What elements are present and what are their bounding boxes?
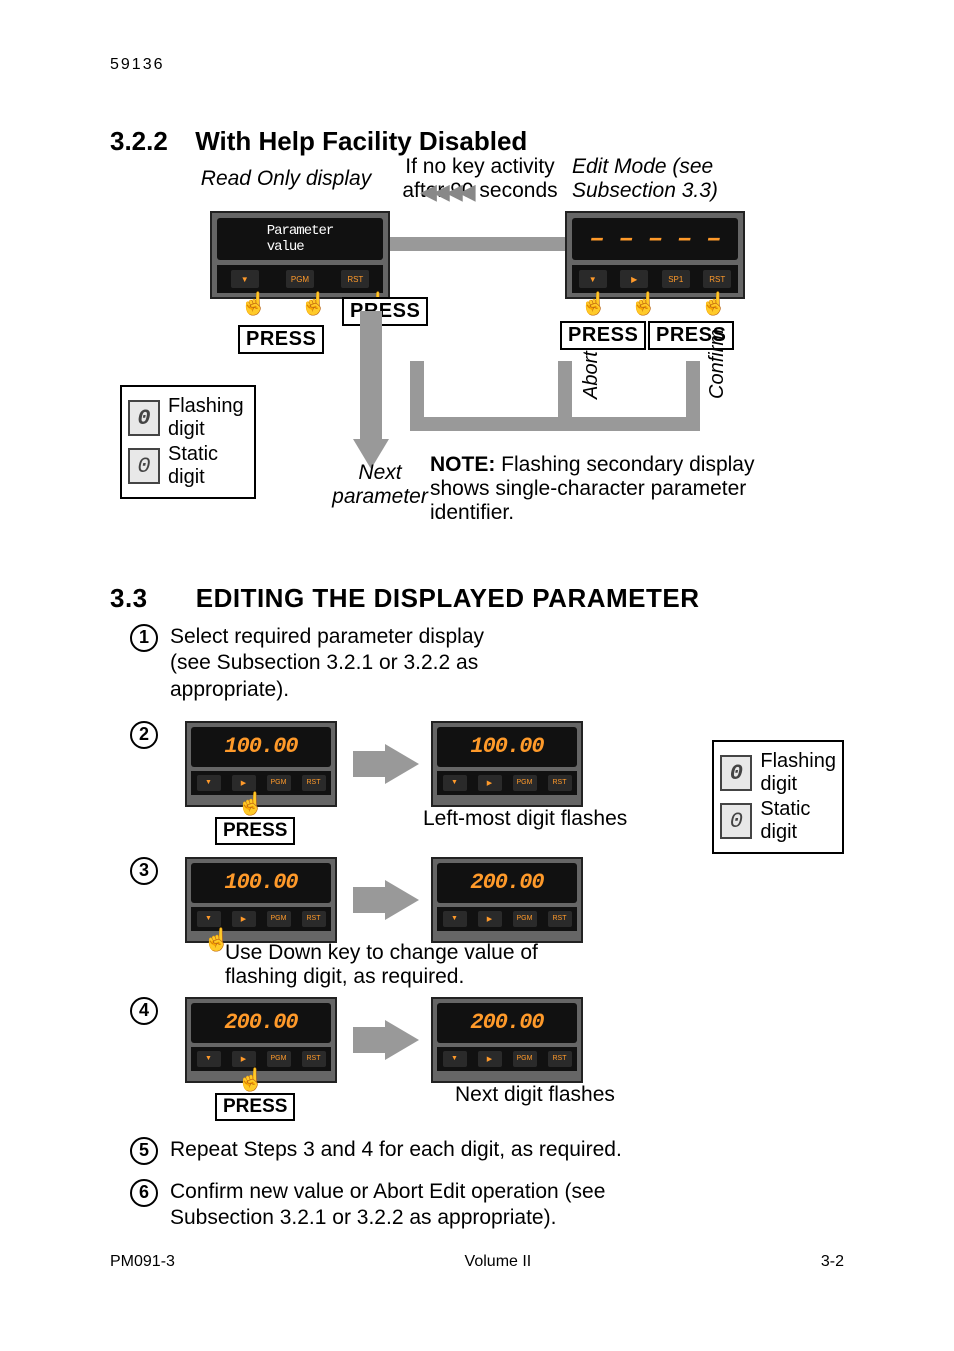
panel-step3-b: 200.00 ▼▶PGMRST <box>431 857 583 943</box>
step-2-caption: Left-most digit flashes <box>423 807 627 831</box>
display-step2-a: 100.00 <box>191 727 331 767</box>
hand-icon: ☝ <box>580 291 607 317</box>
label-abort: Abort <box>580 351 603 399</box>
step-number-icon: 2 <box>130 721 158 749</box>
step-6-text: Confirm new value or Abort Edit operatio… <box>170 1179 710 1232</box>
press-label: PRESS <box>238 325 324 354</box>
legend-static-label: Static digit <box>168 443 218 489</box>
step-3-diagram: 100.00 ▼▶PGMRST 200.00 ▼▶PGMRST ☝ Use Do… <box>165 857 844 977</box>
hand-icon: ☝ <box>240 291 267 317</box>
press-label: PRESS <box>342 297 428 326</box>
label-no-key: If no key activity after 90 seconds <box>390 155 570 203</box>
hand-icon: ☝ <box>700 291 727 317</box>
heading-322-title: With Help Facility Disabled <box>195 126 527 156</box>
step-number-icon: 6 <box>130 1179 158 1207</box>
heading-322: 3.2.2 With Help Facility Disabled <box>110 126 844 157</box>
hand-icon: ☝ <box>237 1067 264 1093</box>
panel-edit-mode: – – – – – ▼ ▶ SP1 RST <box>565 211 745 299</box>
label-confirm: Confirm <box>706 329 729 399</box>
legend-static-icon: 0 <box>720 803 752 839</box>
legend-322: 0 Flashing digit 0 Static digit <box>120 385 256 499</box>
label-read-only: Read Only display <box>196 167 376 191</box>
step-5-text: Repeat Steps 3 and 4 for each digit, as … <box>170 1137 844 1163</box>
note-prefix: NOTE: <box>430 453 495 476</box>
step-1-text: Select required parameter display (see S… <box>170 624 530 703</box>
arrow-stem <box>353 751 387 777</box>
connector <box>410 361 424 427</box>
heading-322-number: 3.2.2 <box>110 126 188 157</box>
key-right-icon[interactable]: ▶ <box>620 270 648 288</box>
step-5: 5 Repeat Steps 3 and 4 for each digit, a… <box>110 1137 844 1163</box>
step-number-icon: 5 <box>130 1137 158 1165</box>
panel-step4-b: 200.00 ▼▶PGMRST <box>431 997 583 1083</box>
step-3-caption: Use Down key to change value of flashing… <box>225 941 605 989</box>
step-6: 6 Confirm new value or Abort Edit operat… <box>110 1179 844 1232</box>
step-number-icon: 3 <box>130 857 158 885</box>
press-label: PRESS <box>215 817 295 845</box>
connector-bar <box>390 237 570 251</box>
key-pgm[interactable]: PGM <box>286 270 314 288</box>
label-next-parameter: Next parameter <box>310 461 450 509</box>
steps-33: 1 Select required parameter display (see… <box>110 624 844 1232</box>
heading-33-number: 3.3 <box>110 583 188 614</box>
hand-icon: ☝ <box>630 291 657 317</box>
button-row-right: ▼ ▶ SP1 RST <box>572 265 738 293</box>
legend-flashing-icon: 0 <box>128 400 160 436</box>
label-edit-mode: Edit Mode (see Subsection 3.3) <box>572 155 772 203</box>
key-rst[interactable]: RST <box>703 270 731 288</box>
connector <box>410 417 700 431</box>
arrow-right-icon <box>385 880 419 920</box>
display-step3-a: 100.00 <box>191 863 331 903</box>
legend-static-icon: 0 <box>128 448 160 484</box>
legend-static-label: Static digit <box>760 798 810 844</box>
footer-right: 3-2 <box>821 1253 844 1271</box>
page-footer: PM091-3 Volume II 3-2 <box>110 1253 844 1271</box>
heading-33: 3.3 EDITING THE DISPLAYED PARAMETER <box>110 583 844 614</box>
key-down-icon[interactable]: ▼ <box>231 270 259 288</box>
key-down-icon[interactable]: ▼ <box>579 270 607 288</box>
display-dashes: – – – – – <box>572 218 738 260</box>
step-4-diagram: 200.00 ▼▶PGMRST 200.00 ▼▶PGMRST ☝ PRESS … <box>165 997 844 1123</box>
button-row-left: ▼ PGM RST <box>217 265 383 293</box>
footer-left: PM091-3 <box>110 1253 175 1271</box>
display-step4-a: 200.00 <box>191 1003 331 1043</box>
chevrons-left-icon: ◀◀◀◀ <box>420 179 472 205</box>
key-sp1[interactable]: SP1 <box>662 270 690 288</box>
page-header-number: 59136 <box>110 56 844 74</box>
note-text: NOTE: Flashing secondary display shows s… <box>430 453 810 525</box>
step-3: 3 100.00 ▼▶PGMRST 200.00 ▼▶PGMRST ☝ Use … <box>110 857 844 977</box>
key-rst[interactable]: RST <box>341 270 369 288</box>
display-step4-b: 200.00 <box>437 1003 577 1043</box>
hand-icon: ☝ <box>300 291 327 317</box>
panel-step2-b: 100.00 ▼▶PGMRST <box>431 721 583 807</box>
legend-flashing-icon: 0 <box>720 755 752 791</box>
heading-33-title: EDITING THE DISPLAYED PARAMETER <box>196 583 700 613</box>
display-step2-b: 100.00 <box>437 727 577 767</box>
page: 59136 3.2.2 With Help Facility Disabled … <box>0 0 954 1351</box>
legend-33: 0 Flashing digit 0 Static digit <box>712 740 844 854</box>
display-param-value: Parameter value <box>217 218 383 260</box>
press-label: PRESS <box>215 1093 295 1121</box>
arrow-stem <box>353 1027 387 1053</box>
panel-read-only: Parameter value ▼ PGM RST <box>210 211 390 299</box>
hand-icon: ☝ <box>237 791 264 817</box>
step-number-icon: 4 <box>130 997 158 1025</box>
display-step3-b: 200.00 <box>437 863 577 903</box>
diagram-322: Read Only display If no key activity aft… <box>110 161 844 531</box>
arrow-stem <box>360 311 382 441</box>
step-1: 1 Select required parameter display (see… <box>110 624 844 703</box>
legend-flashing-label: Flashing digit <box>760 750 836 796</box>
step-4-caption: Next digit flashes <box>455 1083 615 1107</box>
legend-flashing-label: Flashing digit <box>168 395 244 441</box>
footer-center: Volume II <box>465 1253 532 1271</box>
arrow-right-icon <box>385 1020 419 1060</box>
step-4: 4 200.00 ▼▶PGMRST 200.00 ▼▶PGMRST ☝ PRES… <box>110 997 844 1123</box>
step-number-icon: 1 <box>130 624 158 652</box>
arrow-right-icon <box>385 744 419 784</box>
arrow-stem <box>353 887 387 913</box>
press-label: PRESS <box>560 321 646 350</box>
